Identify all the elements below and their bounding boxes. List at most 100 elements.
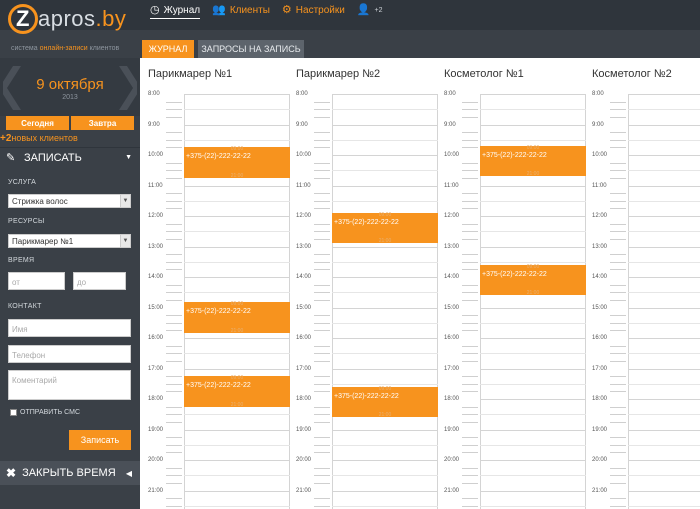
hour-label: 13:00: [148, 243, 164, 250]
nav-clients[interactable]: 👥 Клиенты: [212, 1, 270, 19]
minute-tick: [314, 345, 330, 347]
grid-line: [184, 460, 290, 461]
hour-label: 16:00: [592, 335, 608, 341]
minute-tick: [462, 284, 478, 286]
hour-label: 10:00: [592, 152, 608, 158]
appointment-start-time: 09:00: [526, 263, 540, 270]
schedule-column[interactable]: [332, 94, 438, 509]
tomorrow-button[interactable]: Завтра: [71, 116, 134, 130]
appointment[interactable]: 09:00 +375-(22)-222-22-22 21:00: [480, 263, 586, 296]
hour-label: 9:00: [444, 121, 456, 128]
grid-line: [628, 414, 700, 416]
hour-label: 13:00: [592, 243, 608, 250]
minute-tick: [166, 208, 182, 210]
name-input[interactable]: Имя: [8, 319, 131, 337]
hour-label: 17:00: [444, 365, 460, 372]
minute-tick: [610, 269, 626, 271]
logo-text: apros.by: [38, 6, 127, 31]
next-day-arrow-icon[interactable]: [117, 66, 137, 110]
minute-tick: [166, 261, 182, 263]
appointment-start-time: 09:00: [230, 375, 244, 382]
top-bar: Z apros.by система онлайн-записи клиенто…: [0, 0, 700, 52]
appointment[interactable]: 09:00 +375-(22)-222-22-22 21:00: [184, 146, 290, 179]
minute-tick: [314, 170, 330, 172]
grid-line: [184, 185, 290, 187]
grid-line: [480, 307, 586, 309]
time-from-input[interactable]: от: [8, 272, 65, 290]
phone-input[interactable]: Телефон: [8, 345, 131, 363]
minute-tick: [462, 147, 478, 149]
submit-button[interactable]: Записать: [69, 430, 131, 450]
hour-label: 15:00: [444, 304, 460, 311]
minute-tick: [462, 231, 478, 233]
hour-label: 20:00: [148, 457, 164, 463]
grid-line: [628, 200, 700, 202]
send-sms-checkbox[interactable]: ОТПРАВИТЬ СМС: [10, 409, 80, 416]
write-section-header[interactable]: ✎ ЗАПИСАТЬ ▼: [0, 147, 140, 167]
minute-tick: [166, 467, 182, 469]
grid-line: [184, 444, 290, 446]
grid-line: [480, 353, 586, 355]
grid-line: [332, 307, 438, 309]
hour-label: 18:00: [444, 396, 460, 402]
grid-line: [184, 246, 290, 248]
resource-select[interactable]: Парикмарер №1 ▼: [8, 234, 131, 248]
minute-tick: [462, 254, 478, 256]
minute-tick: [166, 322, 182, 324]
caret-left-icon: ◀: [125, 468, 132, 478]
service-select[interactable]: Стрижка волос ▼: [8, 194, 131, 208]
grid-line: [332, 124, 438, 126]
minute-tick: [314, 109, 330, 111]
today-button[interactable]: Сегодня: [6, 116, 69, 130]
time-to-input[interactable]: до: [73, 272, 126, 290]
hour-label: 18:00: [592, 396, 608, 402]
pencil-icon: ✎: [6, 152, 16, 164]
minute-tick: [610, 391, 626, 393]
column-header: Парикмарер №1: [148, 68, 233, 80]
appointment[interactable]: 09:00 +375-(22)-222-22-22 21:00: [332, 212, 438, 244]
minute-tick: [166, 269, 182, 271]
minute-tick: [610, 162, 626, 164]
nav-add-user[interactable]: 👤 +2: [357, 1, 383, 19]
minute-tick: [314, 261, 330, 263]
resources-label: РЕСУРСЫ: [8, 218, 45, 225]
grid-line: [480, 444, 586, 446]
tab-requests[interactable]: ЗАПРОСЫ НА ЗАПИСЬ: [198, 40, 304, 58]
logo[interactable]: Z apros.by система онлайн-записи клиенто…: [8, 4, 140, 52]
nav-settings[interactable]: ⚙ Настройки: [282, 1, 345, 19]
grid-line: [332, 505, 438, 507]
minute-tick: [610, 315, 626, 317]
comment-input[interactable]: Коментарий: [8, 370, 131, 400]
appointment[interactable]: 09:00 +375-(22)-222-22-22 21:00: [184, 301, 290, 334]
schedule-column[interactable]: [628, 94, 700, 509]
grid-line: [480, 185, 586, 187]
contact-label: КОНТАКТ: [8, 303, 42, 310]
hour-label: 12:00: [148, 213, 164, 219]
new-clients-link[interactable]: +2новых клиентов: [0, 133, 78, 144]
tab-journal[interactable]: ЖУРНАЛ: [142, 40, 194, 58]
close-time-header[interactable]: ✖ ЗАКРЫТЬ ВРЕМЯ ◀: [0, 461, 140, 485]
service-label: УСЛУГА: [8, 179, 37, 186]
grid-line: [628, 109, 700, 111]
grid-line: [332, 429, 438, 431]
minute-tick: [462, 139, 478, 141]
minute-tick: [314, 406, 330, 408]
minute-tick: [462, 223, 478, 225]
grid-line: [628, 170, 700, 172]
grid-line: [628, 399, 700, 400]
grid-line: [480, 231, 586, 233]
grid-line: [480, 124, 586, 126]
hour-label: 8:00: [444, 91, 456, 97]
appointment[interactable]: 09:00 +375-(22)-222-22-22 21:00: [184, 375, 290, 408]
minute-tick: [314, 231, 330, 233]
grid-line: [480, 338, 586, 339]
appointment[interactable]: 09:00 +375-(22)-222-22-22 21:00: [332, 386, 438, 418]
minute-tick: [610, 284, 626, 286]
hour-label: 12:00: [296, 213, 312, 219]
appointment[interactable]: 09:00 +375-(22)-222-22-22 21:00: [480, 145, 586, 177]
grid-line: [184, 490, 290, 492]
grid-line: [628, 322, 700, 324]
minute-tick: [314, 498, 330, 500]
grid-line: [184, 139, 290, 141]
nav-journal[interactable]: ◷ Журнал: [150, 1, 200, 19]
